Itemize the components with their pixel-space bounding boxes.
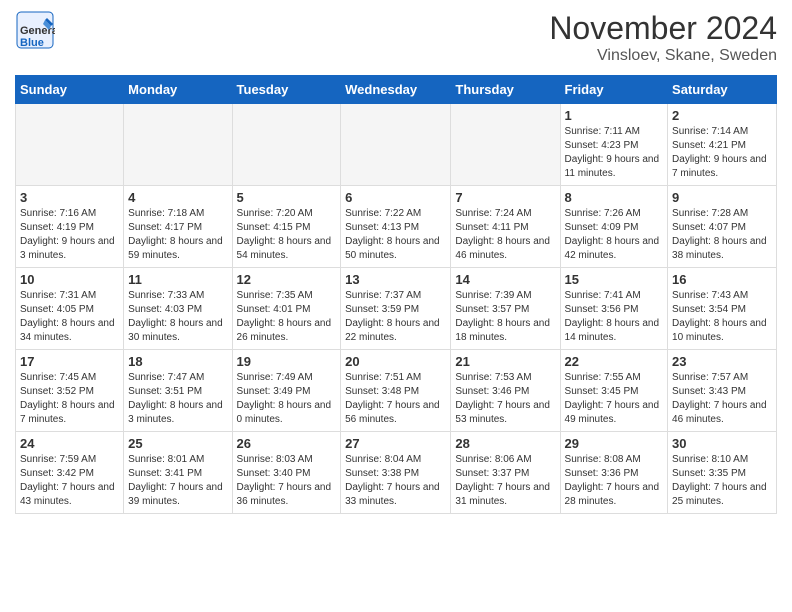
header: General Blue November 2024 Vinsloev, Ska… [15, 10, 777, 65]
header-tuesday: Tuesday [232, 76, 341, 104]
table-row [451, 104, 560, 186]
table-row: 12Sunrise: 7:35 AMSunset: 4:01 PMDayligh… [232, 268, 341, 350]
table-row: 29Sunrise: 8:08 AMSunset: 3:36 PMDayligh… [560, 432, 668, 514]
table-row [341, 104, 451, 186]
table-row: 24Sunrise: 7:59 AMSunset: 3:42 PMDayligh… [16, 432, 124, 514]
header-sunday: Sunday [16, 76, 124, 104]
table-row: 4Sunrise: 7:18 AMSunset: 4:17 PMDaylight… [124, 186, 232, 268]
table-row: 15Sunrise: 7:41 AMSunset: 3:56 PMDayligh… [560, 268, 668, 350]
table-row: 10Sunrise: 7:31 AMSunset: 4:05 PMDayligh… [16, 268, 124, 350]
table-row: 8Sunrise: 7:26 AMSunset: 4:09 PMDaylight… [560, 186, 668, 268]
table-row: 16Sunrise: 7:43 AMSunset: 3:54 PMDayligh… [668, 268, 777, 350]
table-row: 19Sunrise: 7:49 AMSunset: 3:49 PMDayligh… [232, 350, 341, 432]
table-row: 7Sunrise: 7:24 AMSunset: 4:11 PMDaylight… [451, 186, 560, 268]
location: Vinsloev, Skane, Sweden [549, 47, 777, 65]
page: General Blue November 2024 Vinsloev, Ska… [0, 0, 792, 524]
header-thursday: Thursday [451, 76, 560, 104]
table-row: 25Sunrise: 8:01 AMSunset: 3:41 PMDayligh… [124, 432, 232, 514]
table-row [232, 104, 341, 186]
header-monday: Monday [124, 76, 232, 104]
header-saturday: Saturday [668, 76, 777, 104]
table-row: 26Sunrise: 8:03 AMSunset: 3:40 PMDayligh… [232, 432, 341, 514]
table-row [16, 104, 124, 186]
table-row: 21Sunrise: 7:53 AMSunset: 3:46 PMDayligh… [451, 350, 560, 432]
table-row: 20Sunrise: 7:51 AMSunset: 3:48 PMDayligh… [341, 350, 451, 432]
header-wednesday: Wednesday [341, 76, 451, 104]
calendar-week-row: 24Sunrise: 7:59 AMSunset: 3:42 PMDayligh… [16, 432, 777, 514]
calendar-week-row: 3Sunrise: 7:16 AMSunset: 4:19 PMDaylight… [16, 186, 777, 268]
table-row: 17Sunrise: 7:45 AMSunset: 3:52 PMDayligh… [16, 350, 124, 432]
table-row: 1Sunrise: 7:11 AMSunset: 4:23 PMDaylight… [560, 104, 668, 186]
table-row [124, 104, 232, 186]
logo-icon: General Blue [15, 10, 55, 50]
table-row: 2Sunrise: 7:14 AMSunset: 4:21 PMDaylight… [668, 104, 777, 186]
table-row: 13Sunrise: 7:37 AMSunset: 3:59 PMDayligh… [341, 268, 451, 350]
table-row: 28Sunrise: 8:06 AMSunset: 3:37 PMDayligh… [451, 432, 560, 514]
table-row: 6Sunrise: 7:22 AMSunset: 4:13 PMDaylight… [341, 186, 451, 268]
table-row: 18Sunrise: 7:47 AMSunset: 3:51 PMDayligh… [124, 350, 232, 432]
table-row: 5Sunrise: 7:20 AMSunset: 4:15 PMDaylight… [232, 186, 341, 268]
calendar: Sunday Monday Tuesday Wednesday Thursday… [15, 75, 777, 514]
calendar-week-row: 10Sunrise: 7:31 AMSunset: 4:05 PMDayligh… [16, 268, 777, 350]
table-row: 3Sunrise: 7:16 AMSunset: 4:19 PMDaylight… [16, 186, 124, 268]
calendar-header-row: Sunday Monday Tuesday Wednesday Thursday… [16, 76, 777, 104]
calendar-week-row: 17Sunrise: 7:45 AMSunset: 3:52 PMDayligh… [16, 350, 777, 432]
svg-text:Blue: Blue [20, 37, 44, 49]
title-section: November 2024 Vinsloev, Skane, Sweden [549, 10, 777, 65]
table-row: 11Sunrise: 7:33 AMSunset: 4:03 PMDayligh… [124, 268, 232, 350]
table-row: 9Sunrise: 7:28 AMSunset: 4:07 PMDaylight… [668, 186, 777, 268]
calendar-week-row: 1Sunrise: 7:11 AMSunset: 4:23 PMDaylight… [16, 104, 777, 186]
table-row: 22Sunrise: 7:55 AMSunset: 3:45 PMDayligh… [560, 350, 668, 432]
table-row: 30Sunrise: 8:10 AMSunset: 3:35 PMDayligh… [668, 432, 777, 514]
logo: General Blue [15, 10, 55, 55]
table-row: 27Sunrise: 8:04 AMSunset: 3:38 PMDayligh… [341, 432, 451, 514]
header-friday: Friday [560, 76, 668, 104]
table-row: 14Sunrise: 7:39 AMSunset: 3:57 PMDayligh… [451, 268, 560, 350]
month-title: November 2024 [549, 10, 777, 47]
table-row: 23Sunrise: 7:57 AMSunset: 3:43 PMDayligh… [668, 350, 777, 432]
